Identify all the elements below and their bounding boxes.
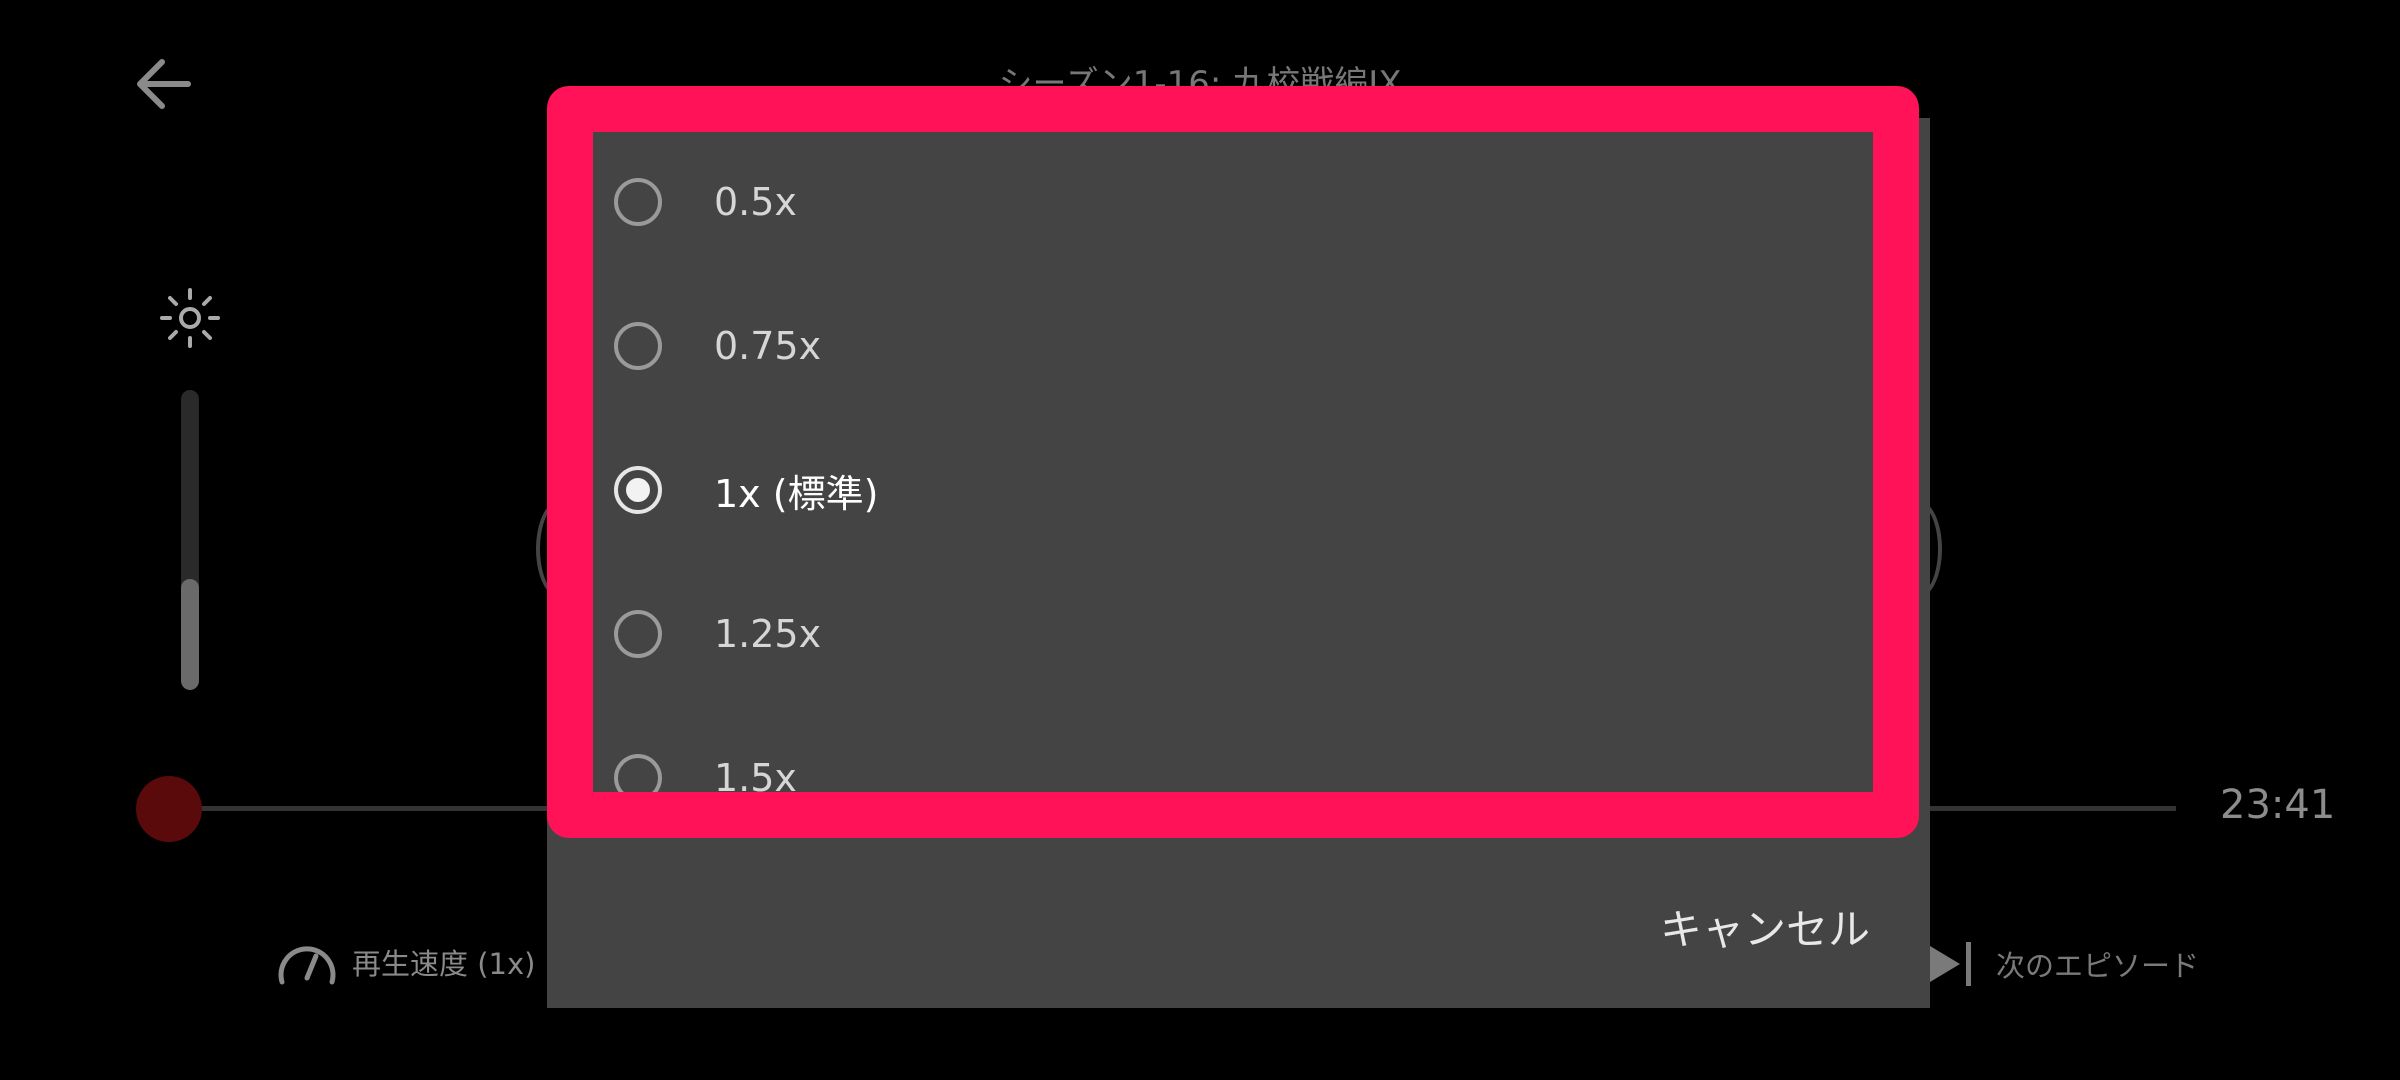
speedometer-icon (278, 946, 336, 985)
brightness-level-fill (181, 579, 199, 690)
seek-thumb[interactable] (136, 776, 202, 842)
cancel-button[interactable]: キャンセル (1660, 896, 1870, 957)
brightness-icon (158, 286, 222, 350)
playback-speed-button[interactable]: 再生速度 (1x) (276, 938, 535, 986)
brightness-slider[interactable] (181, 390, 199, 690)
next-episode-label: 次のエピソード (1996, 949, 2200, 983)
highlight-frame (547, 86, 1919, 838)
next-episode-button[interactable]: 次のエピソード (1930, 940, 2199, 988)
playback-speed-label: 再生速度 (1x) (352, 947, 536, 981)
skip-next-icon (1930, 942, 1971, 986)
remaining-time: 23:41 (2220, 782, 2336, 828)
